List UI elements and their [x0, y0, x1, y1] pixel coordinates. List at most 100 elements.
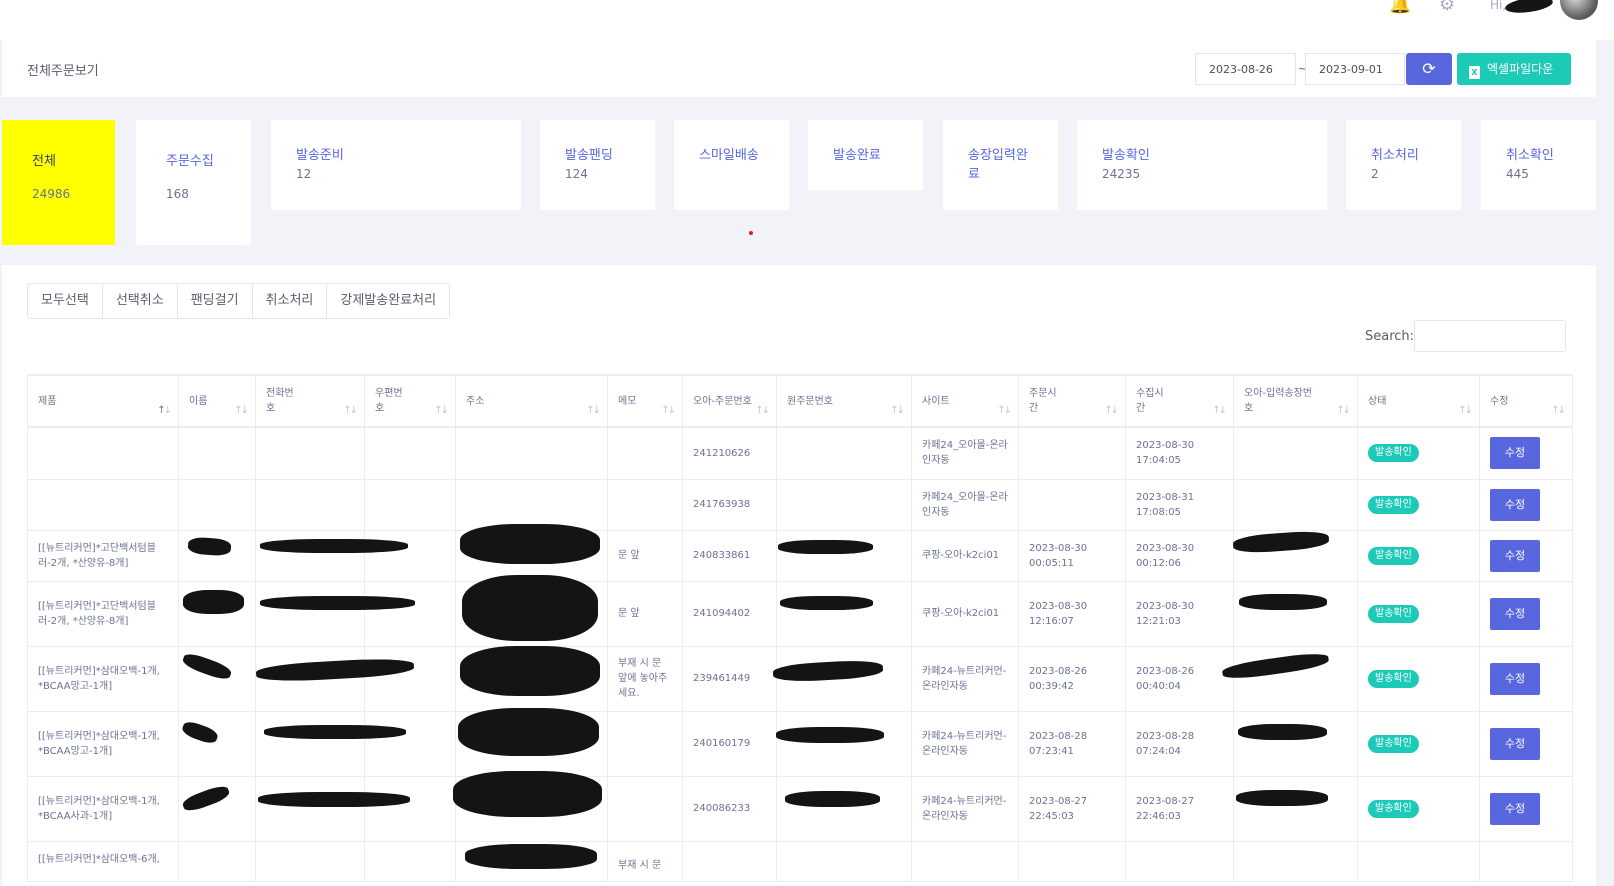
- stat-card-order-collect[interactable]: 주문수집 168: [136, 120, 251, 245]
- col-header-edit[interactable]: 수정 ↑↓: [1479, 374, 1573, 428]
- force-ship-complete-button[interactable]: 강제발송완료처리: [327, 284, 449, 318]
- stat-card-smile-delivery[interactable]: 스마일배송: [674, 120, 789, 210]
- excel-download-button[interactable]: X 엑셀파일다운: [1457, 53, 1571, 85]
- cell-memo: 부재 시 문: [607, 840, 683, 882]
- cell-oa-order-no: 241763938: [682, 478, 777, 531]
- stat-card-ship-confirmed[interactable]: 발송확인 24235: [1077, 120, 1327, 210]
- redaction-mark: [183, 590, 244, 614]
- stat-count: 124: [565, 167, 588, 181]
- col-header-label: 전화번호: [266, 388, 294, 414]
- col-header-oa-invoice-no[interactable]: 오아-입력송장번호 ↑↓: [1233, 374, 1358, 428]
- table-header-row: 제품 ↑↓ 이름 ↑↓ 전화번호 ↑↓ 우편번호 ↑↓ 주소 ↑↓ 메모 ↑↓ 오아-주문번…: [27, 374, 1573, 428]
- edit-button[interactable]: 수정: [1490, 792, 1540, 825]
- deselect-button[interactable]: 선택취소: [103, 284, 178, 318]
- cell-product: [[뉴트리커먼]*삼대오백-1개, *BCAA사과-1개]: [27, 775, 179, 842]
- cell-edit: 수정: [1479, 478, 1573, 531]
- stat-card-cancel-confirmed[interactable]: 취소확인 445: [1481, 120, 1596, 210]
- date-to-input[interactable]: 2023-09-01: [1305, 53, 1405, 85]
- table-row[interactable]: [[뉴트리커먼]*삼대오백-1개, *BCAA사과-1개] 240086233 …: [27, 775, 1573, 842]
- col-header-site[interactable]: 사이트 ↑↓: [911, 374, 1019, 428]
- cancel-process-button[interactable]: 취소처리: [253, 284, 328, 318]
- col-header-memo[interactable]: 메모 ↑↓: [607, 374, 683, 428]
- stat-card-invoice-entered[interactable]: 송장입력완료: [943, 120, 1058, 210]
- select-all-button[interactable]: 모두선택: [28, 284, 103, 318]
- col-header-collect-time[interactable]: 수집시간 ↑↓: [1125, 374, 1234, 428]
- cell-oa-invoice-no: [1233, 426, 1358, 480]
- col-header-label: 원주문번호: [787, 395, 833, 407]
- cell-memo: [607, 478, 683, 531]
- cell-zipcode: [364, 775, 456, 842]
- cell-product: [27, 478, 179, 531]
- cell-zipcode: [364, 478, 456, 531]
- edit-button[interactable]: 수정: [1490, 539, 1540, 572]
- cell-status: [1357, 840, 1480, 882]
- refresh-button[interactable]: ⟳: [1406, 53, 1452, 85]
- stat-label: 발송확인: [1102, 148, 1150, 163]
- redaction-mark: [453, 771, 602, 817]
- table-row[interactable]: [[뉴트리커먼]*삼대오백-1개, *BCAA망고-1개] 240160179 …: [27, 710, 1573, 777]
- redaction-mark: [458, 708, 599, 756]
- cell-order-time: [1018, 478, 1126, 531]
- edit-button[interactable]: 수정: [1490, 488, 1540, 521]
- stat-card-ship-pending[interactable]: 발송팬딩 124: [540, 120, 655, 210]
- stat-count: 2: [1371, 167, 1379, 181]
- cell-original-order-no: [776, 580, 912, 647]
- sort-icon: ↑↓: [1458, 405, 1473, 416]
- col-header-product[interactable]: 제품 ↑↓: [27, 374, 179, 428]
- col-header-label: 우편번호: [375, 388, 403, 414]
- stat-count: 24235: [1102, 167, 1141, 181]
- stat-count: 12: [296, 167, 312, 181]
- cell-site: 카페24-뉴트리커먼-온라인자동: [911, 775, 1019, 842]
- table-row[interactable]: [[뉴트리커먼]*고단백서텀블러-2개, *산양유-8개] 문 앞 240833…: [27, 529, 1573, 582]
- cell-oa-invoice-no: [1233, 710, 1358, 777]
- col-header-zipcode[interactable]: 우편번호 ↑↓: [364, 374, 456, 428]
- bell-icon[interactable]: 🔔: [1389, 0, 1411, 15]
- edit-button[interactable]: 수정: [1490, 662, 1540, 695]
- stat-label: 송장입력완료: [968, 148, 1028, 182]
- cell-memo: 부재 시 문 앞에 놓아주세요.: [607, 645, 683, 712]
- table-row[interactable]: [[뉴트리커먼]*고단백서텀블러-2개, *산양유-8개] 문 앞 241094…: [27, 580, 1573, 647]
- search-input[interactable]: [1414, 320, 1566, 352]
- col-header-phone[interactable]: 전화번호 ↑↓: [255, 374, 365, 428]
- excel-icon: X: [1469, 66, 1480, 79]
- cell-collect-time: 2023-08-28 07:24:04: [1125, 710, 1234, 777]
- cell-site: 카페24-뉴트리커먼-온라인자동: [911, 710, 1019, 777]
- avatar[interactable]: [1560, 0, 1598, 20]
- gear-icon[interactable]: ⚙: [1439, 0, 1455, 15]
- sort-icon: ↑↓: [1551, 405, 1566, 416]
- status-badge: 발송확인: [1368, 799, 1419, 818]
- col-header-original-order-no[interactable]: 원주문번호 ↑↓: [776, 374, 912, 428]
- col-header-name[interactable]: 이름 ↑↓: [178, 374, 256, 428]
- stat-card-ship-done[interactable]: 발송완료: [808, 120, 923, 190]
- col-header-status[interactable]: 상태 ↑↓: [1357, 374, 1480, 428]
- cell-product: [[뉴트리커먼]*삼대오백-1개, *BCAA망고-1개]: [27, 710, 179, 777]
- col-header-oa-order-no[interactable]: 오아-주문번호 ↑↓: [682, 374, 777, 428]
- edit-button[interactable]: 수정: [1490, 727, 1540, 760]
- table-row[interactable]: [[뉴트리커먼]*삼대오백-6개, 부재 시 문: [27, 840, 1573, 882]
- cell-zipcode: [364, 840, 456, 882]
- col-header-label: 주소: [466, 395, 485, 407]
- edit-button[interactable]: 수정: [1490, 597, 1540, 630]
- date-from-input[interactable]: 2023-08-26: [1195, 53, 1296, 85]
- redaction-mark: [1236, 790, 1328, 806]
- table-row[interactable]: 241210626 카페24_오아몰-온라인자동 2023-08-30 17:0…: [27, 426, 1573, 480]
- edit-button[interactable]: 수정: [1490, 437, 1540, 470]
- sort-icon: ↑↓: [586, 405, 601, 416]
- col-header-address[interactable]: 주소 ↑↓: [455, 374, 608, 428]
- cell-name: [178, 478, 256, 531]
- stat-card-ship-ready[interactable]: 발송준비 12: [271, 120, 521, 210]
- col-header-label: 사이트: [922, 395, 950, 407]
- set-pending-button[interactable]: 팬딩걸기: [178, 284, 253, 318]
- cell-edit: 수정: [1479, 775, 1573, 842]
- cell-oa-order-no: [682, 840, 777, 882]
- redaction-mark: [460, 524, 600, 564]
- col-header-order-time[interactable]: 주문시간 ↑↓: [1018, 374, 1126, 428]
- cell-oa-invoice-no: [1233, 775, 1358, 842]
- stat-card-cancel-process[interactable]: 취소처리 2: [1346, 120, 1461, 210]
- cell-edit: 수정: [1479, 645, 1573, 712]
- table-row[interactable]: 241763938 카페24_오아몰-온라인자동 2023-08-31 17:0…: [27, 478, 1573, 531]
- cell-site: 카페24-뉴트리커먼-온라인자동: [911, 645, 1019, 712]
- stat-card-all[interactable]: 전체 24986: [2, 120, 115, 245]
- cell-collect-time: 2023-08-30 00:12:06: [1125, 529, 1234, 582]
- cell-oa-invoice-no: [1233, 840, 1358, 882]
